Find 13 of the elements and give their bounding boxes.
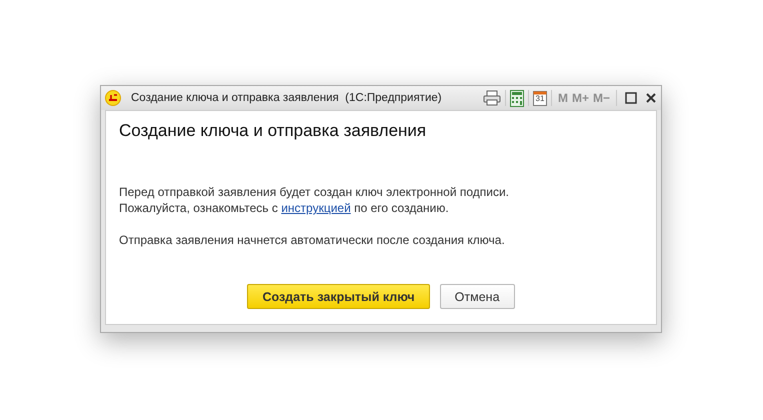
instruction-link[interactable]: инструкцией <box>281 201 351 215</box>
printer-icon[interactable] <box>482 90 501 106</box>
create-key-button[interactable]: Создать закрытый ключ <box>247 284 430 309</box>
maximize-icon[interactable] <box>625 92 637 104</box>
app-logo-icon <box>105 90 121 106</box>
window-title: Создание ключа и отправка заявления (1С:Предприятие) <box>131 92 443 104</box>
cancel-button[interactable]: Отмена <box>440 284 515 309</box>
calculator-icon[interactable] <box>510 90 524 106</box>
close-icon[interactable] <box>645 92 657 104</box>
dialog-heading: Создание ключа и отправка заявления <box>119 121 428 141</box>
info-message: Перед отправкой заявления будет создан ключ электронной подписи. Пожалуйста, ознакомьтесь с инструкцией по его созданию. <box>119 184 510 216</box>
calendar-icon[interactable]: 31 <box>532 90 547 106</box>
info-note: Отправка заявления начнется автоматически после создания ключа. <box>119 232 506 248</box>
